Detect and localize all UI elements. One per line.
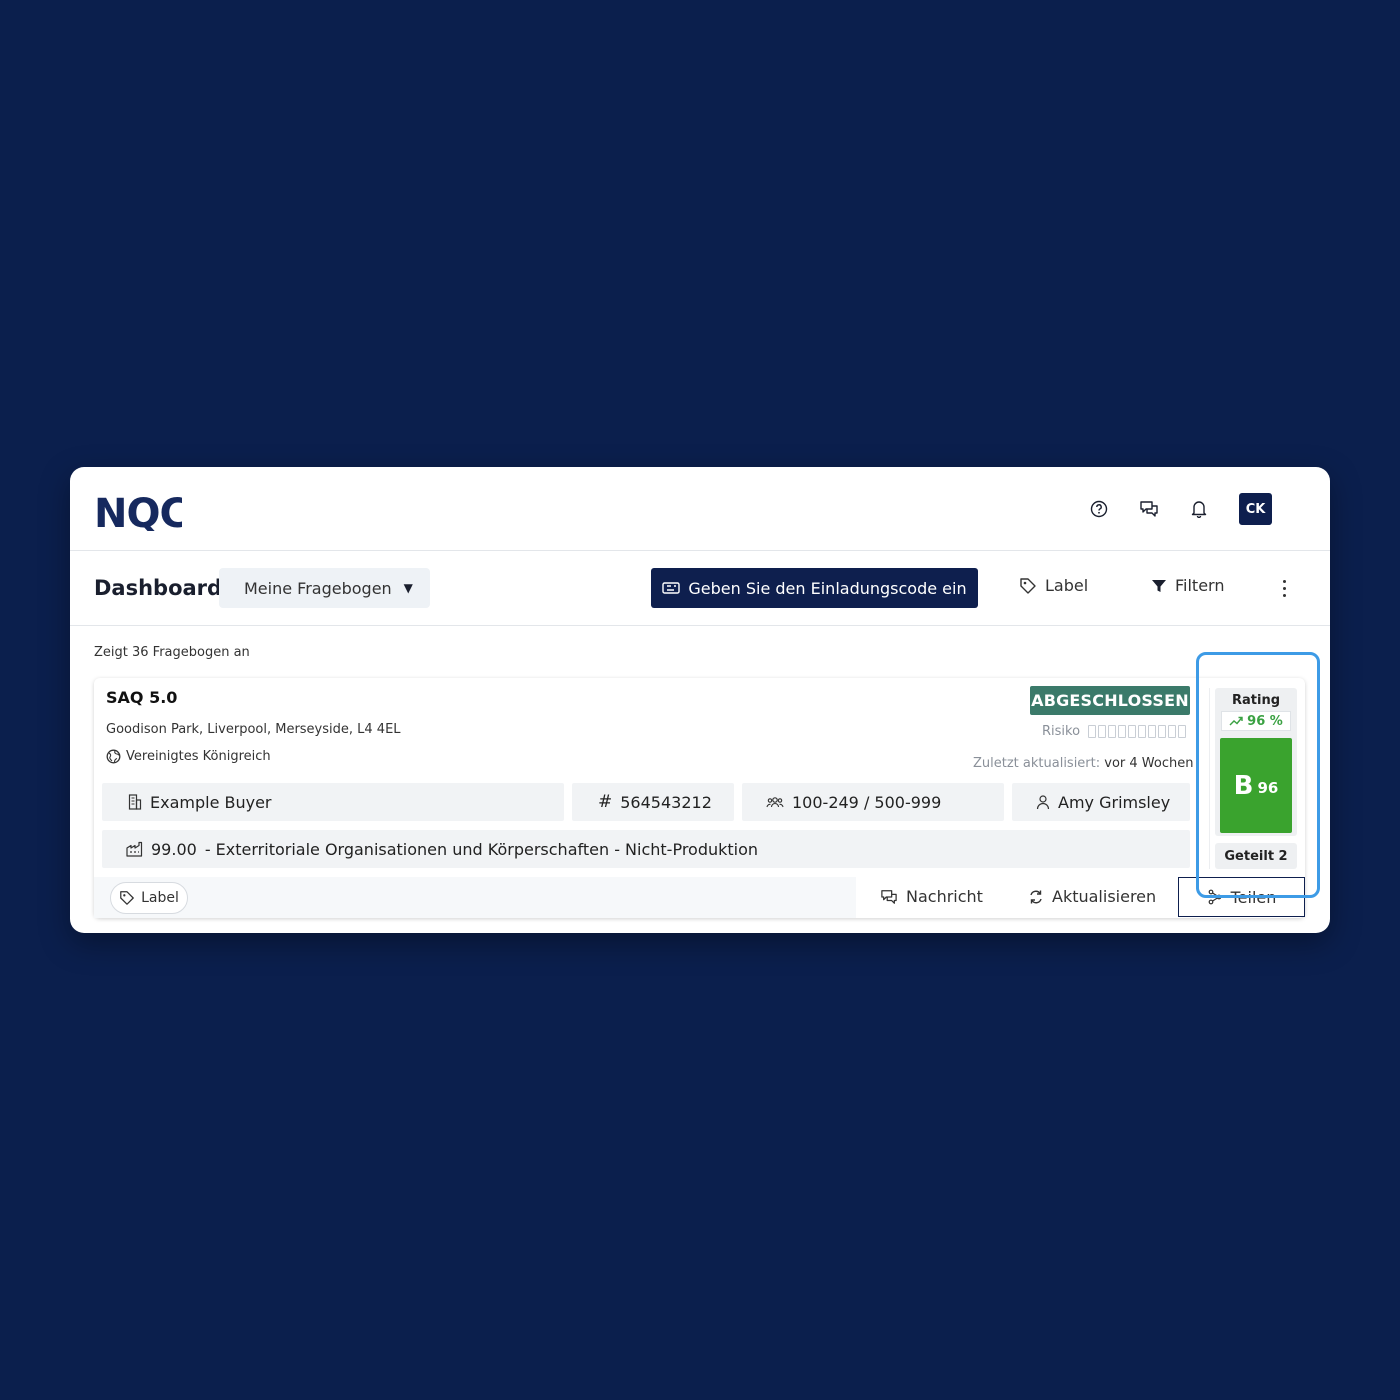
factory-icon xyxy=(126,841,143,857)
risk-segment xyxy=(1128,725,1137,738)
industry-chip: 99.00 - Exterritoriale Organisationen un… xyxy=(102,830,1190,868)
questionnaire-card[interactable]: SAQ 5.0 Goodison Park, Liverpool, Mersey… xyxy=(94,678,1305,918)
share-button[interactable]: Teilen xyxy=(1178,877,1305,917)
buyer-chip: Example Buyer xyxy=(102,783,564,821)
svg-text:NQC: NQC xyxy=(94,491,182,531)
refresh-icon xyxy=(1030,890,1042,903)
label-button[interactable]: Label xyxy=(1019,576,1088,595)
risk-segment xyxy=(1108,725,1117,738)
rating-trend-value: 96 % xyxy=(1247,713,1283,729)
grade-score: 96 xyxy=(1257,778,1279,797)
refresh-button[interactable]: Aktualisieren xyxy=(1028,887,1156,906)
results-count: Zeigt 36 Fragebogen an xyxy=(94,645,250,660)
filter-icon xyxy=(1152,579,1166,592)
risk-segment xyxy=(1168,725,1177,738)
message-button[interactable]: Nachricht xyxy=(880,887,983,906)
chat-icon[interactable] xyxy=(1139,499,1159,519)
employee-range: 100-249 / 500-999 xyxy=(792,792,942,812)
risk-label: Risiko xyxy=(1042,724,1081,739)
user-avatar[interactable]: CK xyxy=(1239,493,1272,525)
last-updated-label: Zuletzt aktualisiert: xyxy=(973,756,1101,771)
chat-icon xyxy=(881,889,897,904)
status-badge: ABGESCHLOSSEN xyxy=(1030,686,1190,715)
questionnaire-title: SAQ 5.0 xyxy=(106,688,178,707)
risk-scale xyxy=(1088,725,1187,738)
tag-icon xyxy=(120,891,134,905)
add-label-button[interactable]: Label xyxy=(110,882,188,914)
invite-code-label: Geben Sie den Einladungscode ein xyxy=(688,578,967,598)
risk-segment xyxy=(1138,725,1147,738)
invite-code-button[interactable]: Geben Sie den Einladungscode ein xyxy=(651,568,978,608)
app-window: NQC CK Dashboard Meine Fragebogen ▼ Gebe… xyxy=(70,467,1330,933)
header-actions: CK xyxy=(1089,493,1272,525)
nqc-logo[interactable]: NQC xyxy=(94,489,182,531)
risk-segment xyxy=(1178,725,1187,738)
industry-code: 99.00 xyxy=(151,839,197,859)
rating-label: Rating xyxy=(1231,693,1280,708)
risk-segment xyxy=(1118,725,1127,738)
site-country: Vereinigtes Königreich xyxy=(106,749,271,764)
risk-segment xyxy=(1098,725,1107,738)
country-name: Vereinigtes Königreich xyxy=(126,749,271,764)
id-chip: # 564543212 xyxy=(572,783,734,821)
site-address: Goodison Park, Liverpool, Merseyside, L4… xyxy=(106,722,401,737)
trend-up-icon xyxy=(1229,716,1243,726)
buyer-name: Example Buyer xyxy=(150,792,272,812)
card-footer: Label Nachricht Aktualisieren Teilen xyxy=(94,877,1305,918)
message-button-text: Nachricht xyxy=(906,887,983,906)
last-updated: Zuletzt aktualisiert: vor 4 Wochen xyxy=(973,756,1193,771)
view-select-value: Meine Fragebogen xyxy=(244,578,392,598)
filter-button-text: Filtern xyxy=(1175,576,1225,595)
user-icon xyxy=(1036,794,1050,810)
hash-icon: # xyxy=(598,792,613,812)
filter-button[interactable]: Filtern xyxy=(1151,576,1224,595)
contact-name: Amy Grimsley xyxy=(1058,792,1171,812)
grade-letter: B xyxy=(1233,770,1254,801)
label-area: Label xyxy=(94,877,856,918)
top-navigation-bar: NQC CK xyxy=(70,467,1330,551)
building-icon xyxy=(128,794,142,810)
risk-segment xyxy=(1158,725,1167,738)
view-select-dropdown[interactable]: Meine Fragebogen ▼ xyxy=(219,568,430,608)
contact-chip: Amy Grimsley xyxy=(1012,783,1190,821)
risk-indicator: Risiko xyxy=(1042,724,1187,739)
id-number: 564543212 xyxy=(620,792,712,812)
rating-panel: Rating 96 % B 96 Geteilt 2 xyxy=(1209,688,1297,869)
industry-name: - Exterritoriale Organisationen und Körp… xyxy=(204,839,759,859)
share-button-text: Teilen xyxy=(1230,887,1277,907)
users-icon xyxy=(766,795,784,809)
more-options-icon[interactable] xyxy=(1274,574,1294,602)
risk-segment xyxy=(1088,725,1097,738)
grade-tile[interactable]: B 96 xyxy=(1220,738,1292,833)
globe-icon xyxy=(106,749,121,764)
add-label-text: Label xyxy=(141,890,179,906)
label-button-text: Label xyxy=(1045,576,1089,595)
caret-down-icon: ▼ xyxy=(403,581,413,595)
tag-icon xyxy=(1020,577,1036,594)
page-title: Dashboard xyxy=(94,576,223,600)
employees-chip: 100-249 / 500-999 xyxy=(742,783,1004,821)
risk-segment xyxy=(1148,725,1157,738)
ticket-icon xyxy=(662,582,681,594)
share-icon xyxy=(1208,889,1222,905)
shared-count[interactable]: Geteilt 2 xyxy=(1215,843,1297,869)
help-circle-icon[interactable] xyxy=(1089,499,1109,519)
refresh-button-text: Aktualisieren xyxy=(1052,887,1157,906)
dashboard-toolbar: Dashboard Meine Fragebogen ▼ Geben Sie d… xyxy=(70,552,1330,626)
last-updated-value: vor 4 Wochen xyxy=(1104,756,1194,771)
rating-trend: 96 % xyxy=(1221,711,1291,731)
rating-box: Rating 96 % B 96 xyxy=(1215,688,1297,836)
bell-icon[interactable] xyxy=(1189,499,1209,519)
